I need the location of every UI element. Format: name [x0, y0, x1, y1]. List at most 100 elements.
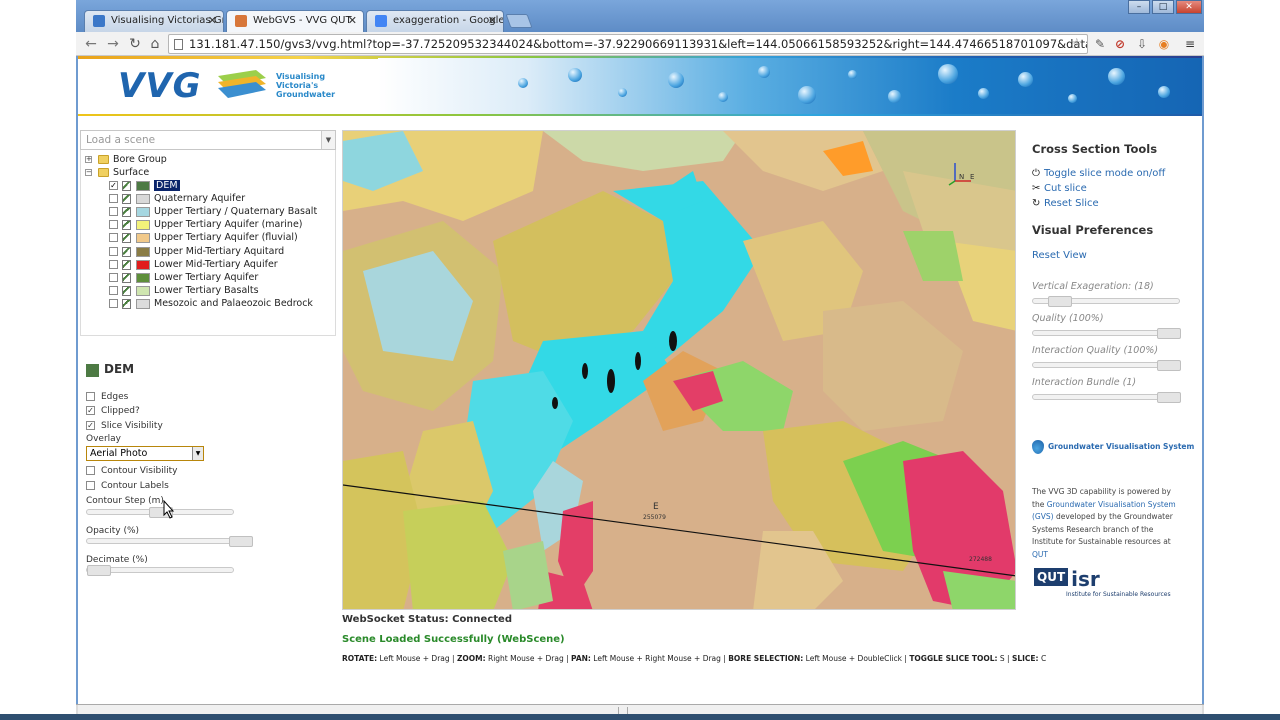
qut-link[interactable]: QUT: [1032, 550, 1048, 559]
toggle-slice-link[interactable]: ⏻ Toggle slice mode on/off: [1032, 168, 1165, 179]
checkbox[interactable]: ✓: [86, 406, 95, 415]
browser-toolbar: ← → ↻ ⌂ 131.181.47.150/gvs3/vvg.html?top…: [76, 32, 1204, 56]
close-icon[interactable]: ✕: [348, 14, 357, 27]
layer-checkbox[interactable]: ✓: [109, 181, 118, 190]
layer-color-swatch: [136, 285, 150, 296]
logo-tagline: Visualising Victoria's Groundwater: [276, 72, 336, 99]
vertical-exaggeration-slider[interactable]: [1032, 296, 1180, 307]
interaction-quality-slider[interactable]: [1032, 360, 1181, 371]
control-key: TOGGLE SLICE TOOL:: [909, 654, 998, 663]
scene-loaded-status: Scene Loaded Successfully (WebScene): [342, 634, 565, 645]
control-key: ROTATE:: [342, 654, 378, 663]
section-value-right: 272488: [969, 556, 992, 563]
reset-slice-link[interactable]: ↻ Reset Slice: [1032, 198, 1099, 209]
slider-handle[interactable]: [1157, 392, 1181, 403]
axis-n-label: N: [959, 173, 964, 181]
chevron-down-icon[interactable]: ▼: [321, 131, 335, 149]
edit-icon[interactable]: [122, 181, 131, 191]
close-icon[interactable]: ✕: [208, 14, 217, 27]
collapse-icon[interactable]: −: [85, 169, 92, 176]
checkbox[interactable]: [86, 392, 95, 401]
expand-icon[interactable]: +: [85, 156, 92, 163]
layer-tree: + Bore Group − Surface ✓ DEM Quaternary Aq…: [80, 150, 336, 336]
layer-checkbox[interactable]: [109, 220, 118, 230]
back-icon[interactable]: ←: [82, 35, 100, 53]
adblock-icon[interactable]: ⊘: [1112, 36, 1128, 52]
minimize-button[interactable]: –: [1128, 0, 1150, 14]
edit-icon[interactable]: [122, 246, 131, 257]
quality-slider[interactable]: [1032, 328, 1181, 339]
new-tab-button[interactable]: [505, 14, 533, 28]
scene-select[interactable]: Load a scene ▼: [80, 130, 336, 150]
controls-help: ROTATE: Left Mouse + Drag | ZOOM: Right …: [342, 654, 1046, 663]
cut-slice-link[interactable]: ✂ Cut slice: [1032, 183, 1087, 194]
site-header: VVG Visualising Victoria's Groundwater: [78, 56, 1202, 116]
vvg-logo: VVG: [118, 66, 202, 106]
slider-handle[interactable]: [229, 536, 253, 547]
edit-icon[interactable]: [122, 298, 131, 309]
edit-icon[interactable]: [122, 194, 131, 205]
checkbox[interactable]: ✓: [86, 421, 95, 430]
slider-handle[interactable]: [1047, 296, 1072, 307]
websocket-status: WebSocket Status: Connected: [342, 614, 512, 625]
layer-checkbox[interactable]: [109, 285, 118, 295]
address-bar[interactable]: 131.181.47.150/gvs3/vvg.html?top=-37.725…: [168, 34, 1088, 54]
layer-label: Mesozoic and Palaeozoic Bedrock: [154, 297, 313, 309]
edit-icon[interactable]: [122, 259, 131, 270]
edit-icon[interactable]: [122, 220, 131, 231]
menu-icon[interactable]: ≡: [1182, 36, 1198, 52]
close-window-button[interactable]: ✕: [1176, 0, 1202, 14]
forward-icon[interactable]: →: [104, 35, 122, 53]
edit-icon[interactable]: [122, 285, 131, 296]
layer-checkbox[interactable]: [109, 233, 118, 243]
tab-strip: Visualising Victorias Grou ✕ WebGVS - VV…: [76, 0, 1204, 32]
interaction-bundle-slider[interactable]: [1032, 392, 1181, 403]
control-value: Left Mouse + DoubleClick |: [803, 654, 910, 663]
edges-label: Edges: [101, 392, 129, 402]
3d-viewport[interactable]: N E E 255079 272488: [342, 130, 1016, 610]
folder-icon: [98, 168, 109, 177]
interaction-bundle-label: Interaction Bundle (1): [1032, 377, 1137, 388]
home-icon[interactable]: ⌂: [146, 35, 164, 53]
tab-webgvs[interactable]: WebGVS - VVG QUT ✕: [226, 10, 364, 32]
header-stripe: [78, 114, 1202, 116]
edit-icon[interactable]: [122, 207, 131, 218]
slider-handle[interactable]: [1157, 328, 1181, 339]
layer-checkbox[interactable]: [109, 259, 118, 269]
star-icon[interactable]: ☆: [1070, 36, 1083, 52]
maximize-button[interactable]: □: [1152, 0, 1174, 14]
globe-icon: [93, 15, 105, 27]
overlay-select[interactable]: Aerial Photo ▼: [86, 446, 204, 461]
edit-icon[interactable]: [122, 233, 131, 244]
reload-icon[interactable]: ↻: [126, 35, 144, 53]
layer-checkbox[interactable]: [109, 194, 118, 204]
checkbox[interactable]: [86, 466, 95, 475]
reset-view-link[interactable]: Reset View: [1032, 250, 1087, 261]
decimate-slider[interactable]: [86, 565, 234, 576]
slider-handle[interactable]: [87, 565, 111, 576]
clipped-label: Clipped?: [101, 406, 140, 416]
control-key: PAN:: [571, 654, 591, 663]
tab-google[interactable]: exaggeration - Google Sea ✕: [366, 10, 504, 32]
contour-step-slider[interactable]: [86, 507, 234, 518]
layer-checkbox[interactable]: [109, 207, 118, 217]
power-icon: ⏻: [1032, 168, 1040, 179]
isr-logo: QUT isr Institute for Sustainable Resourc…: [1034, 568, 1171, 598]
tab-visualising[interactable]: Visualising Victorias Grou ✕: [84, 10, 224, 32]
checkbox[interactable]: [86, 481, 95, 490]
slider-handle[interactable]: [1157, 360, 1181, 371]
layer-checkbox[interactable]: [109, 298, 118, 308]
layer-checkbox[interactable]: [109, 246, 118, 256]
download-icon[interactable]: ⇩: [1134, 36, 1150, 52]
edit-icon[interactable]: [122, 272, 131, 283]
chevron-down-icon[interactable]: ▼: [192, 447, 203, 460]
rss-icon[interactable]: ◉: [1156, 36, 1172, 52]
extension-icon[interactable]: ✎: [1092, 36, 1108, 52]
layer-label: Quaternary Aquifer: [154, 193, 246, 205]
terrain-render: N E E 255079 272488: [343, 131, 1015, 609]
opacity-slider[interactable]: [86, 536, 253, 547]
layer-checkbox[interactable]: [109, 272, 118, 282]
close-icon[interactable]: ✕: [488, 14, 497, 27]
layer-label: DEM: [154, 180, 180, 191]
overlay-value: Aerial Photo: [90, 448, 148, 459]
